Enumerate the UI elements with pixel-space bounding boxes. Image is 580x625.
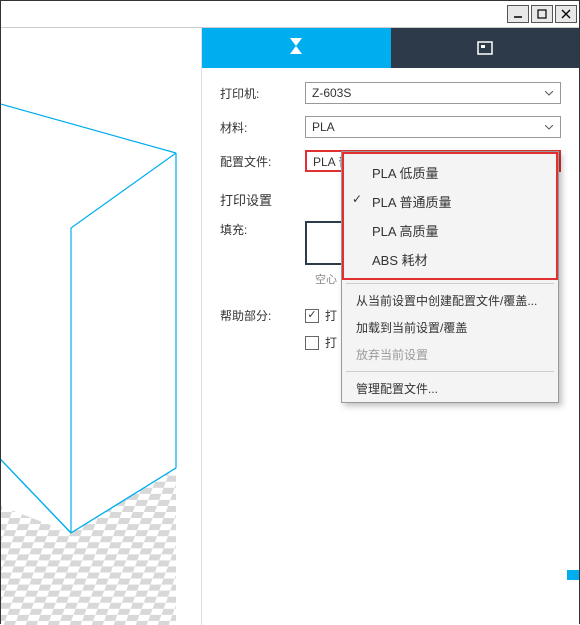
- profile-option-high[interactable]: PLA 高质量: [344, 216, 556, 245]
- chevron-down-icon: [542, 120, 556, 134]
- menu-discard: 放弃当前设置: [342, 341, 558, 368]
- material-select[interactable]: PLA: [305, 116, 561, 138]
- chevron-down-icon: [542, 86, 556, 100]
- 3d-viewport[interactable]: [1, 28, 201, 625]
- help-checkbox-1[interactable]: [305, 309, 319, 323]
- profile-options-group: PLA 低质量 PLA 普通质量 PLA 高质量 ABS 耗材: [342, 152, 558, 280]
- menu-load-profile[interactable]: 加载到当前设置/覆盖: [342, 314, 558, 341]
- menu-manage-profiles[interactable]: 管理配置文件...: [342, 375, 558, 402]
- fill-caption: 空心: [315, 271, 337, 287]
- printer-select[interactable]: Z-603S: [305, 82, 561, 104]
- menu-separator: [346, 371, 554, 372]
- window-titlebar: [1, 1, 579, 28]
- fill-label: 填充:: [220, 221, 305, 238]
- tab-print[interactable]: [202, 28, 391, 68]
- printer-row: 打印机: Z-603S: [220, 82, 561, 104]
- profile-label: 配置文件:: [220, 153, 305, 170]
- profile-option-normal[interactable]: PLA 普通质量: [344, 187, 556, 216]
- accent-strip: [567, 570, 579, 580]
- hourglass-icon: [286, 36, 306, 56]
- profile-option-abs[interactable]: ABS 耗材: [344, 245, 556, 274]
- panel-tabs: [202, 28, 579, 68]
- help-opt2-label: 打: [325, 334, 337, 351]
- help-label: 帮助部分:: [220, 307, 305, 324]
- help-opt1-label: 打: [325, 307, 337, 324]
- printer-value: Z-603S: [312, 86, 351, 100]
- minimize-button[interactable]: [507, 5, 529, 23]
- material-label: 材料:: [220, 119, 305, 136]
- profile-option-low[interactable]: PLA 低质量: [344, 158, 556, 187]
- image-icon: [475, 38, 495, 58]
- material-row: 材料: PLA: [220, 116, 561, 138]
- printer-label: 打印机:: [220, 85, 305, 102]
- material-value: PLA: [312, 120, 335, 134]
- help-checkbox-2[interactable]: [305, 336, 319, 350]
- maximize-button[interactable]: [531, 5, 553, 23]
- profile-dropdown-menu: PLA 低质量 PLA 普通质量 PLA 高质量 ABS 耗材 从当前设置中创建…: [341, 151, 559, 403]
- menu-create-profile[interactable]: 从当前设置中创建配置文件/覆盖...: [342, 287, 558, 314]
- menu-separator: [346, 283, 554, 284]
- close-button[interactable]: [555, 5, 577, 23]
- tab-preview[interactable]: [391, 28, 580, 68]
